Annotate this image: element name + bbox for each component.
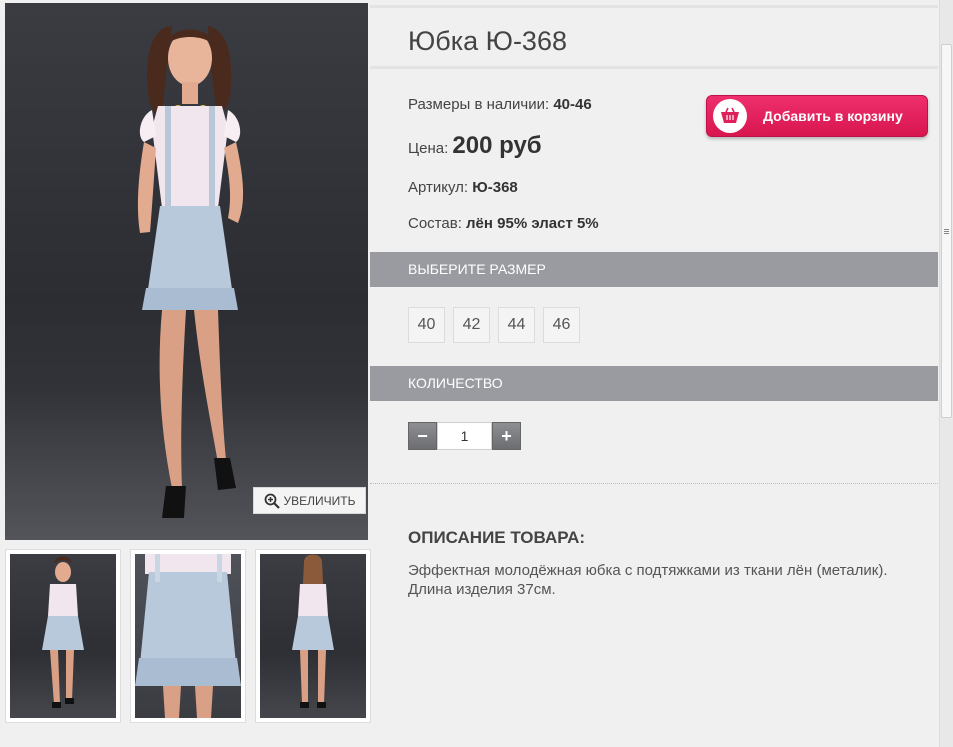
- size-section-heading: ВЫБЕРИТЕ РАЗМЕР: [370, 252, 938, 287]
- thumb-closeup-figure: [135, 554, 241, 718]
- description-heading: ОПИСАНИЕ ТОВАРА:: [408, 528, 586, 547]
- zoom-button[interactable]: УВЕЛИЧИТЬ: [253, 487, 366, 514]
- page-scrollbar[interactable]: [939, 0, 953, 747]
- divider: [370, 483, 938, 484]
- add-to-cart-label: Добавить в корзину: [763, 108, 903, 124]
- sizes-available-label: Размеры в наличии:: [408, 96, 550, 113]
- thumbnail-closeup[interactable]: [130, 549, 246, 723]
- composition: Состав: лён 95% эласт 5%: [408, 215, 599, 232]
- zoom-label: УВЕЛИЧИТЬ: [283, 493, 356, 508]
- quantity-minus-button[interactable]: −: [408, 422, 437, 450]
- price-value: 200 руб: [452, 132, 542, 159]
- main-product-photo[interactable]: УВЕЛИЧИТЬ: [5, 3, 368, 540]
- size-option-44[interactable]: 44: [498, 307, 535, 343]
- size-options: 40 42 44 46: [408, 307, 580, 343]
- quantity-plus-button[interactable]: +: [492, 422, 521, 450]
- size-option-40[interactable]: 40: [408, 307, 445, 343]
- magnifier-plus-icon: [264, 493, 280, 509]
- add-to-cart-button[interactable]: Добавить в корзину: [706, 95, 928, 137]
- model-figure: [137, 26, 244, 518]
- price-label: Цена:: [408, 140, 449, 157]
- thumbnail-back[interactable]: [255, 549, 371, 723]
- composition-label: Состав:: [408, 215, 462, 232]
- grip-icon: [944, 228, 949, 234]
- quantity-section-heading: КОЛИЧЕСТВО: [370, 366, 938, 401]
- description-text: Эффектная молодёжная юбка с подтяжками и…: [408, 562, 888, 598]
- composition-value: лён 95% эласт 5%: [466, 215, 599, 232]
- product-info-panel: Юбка Ю-368 Размеры в наличии: 40-46 Цена…: [370, 0, 938, 747]
- price: Цена: 200 руб: [408, 132, 542, 160]
- basket-icon: [713, 99, 747, 133]
- thumbnail-strip: [5, 549, 371, 723]
- product-title: Юбка Ю-368: [408, 26, 567, 56]
- sku: Артикул: Ю-368: [408, 179, 518, 196]
- title-bar: Юбка Ю-368: [370, 5, 938, 69]
- thumb-back-figure: [292, 554, 334, 708]
- quantity-input[interactable]: [437, 422, 492, 450]
- sku-value: Ю-368: [472, 179, 518, 196]
- sizes-available-value: 40-46: [553, 96, 592, 113]
- sizes-available: Размеры в наличии: 40-46: [408, 96, 592, 113]
- thumbnail-front[interactable]: [5, 549, 121, 723]
- size-option-42[interactable]: 42: [453, 307, 490, 343]
- quantity-stepper: − +: [408, 422, 521, 450]
- sku-label: Артикул:: [408, 179, 469, 196]
- size-option-46[interactable]: 46: [543, 307, 580, 343]
- thumb-front-figure: [42, 556, 84, 708]
- scrollbar-thumb[interactable]: [941, 44, 952, 418]
